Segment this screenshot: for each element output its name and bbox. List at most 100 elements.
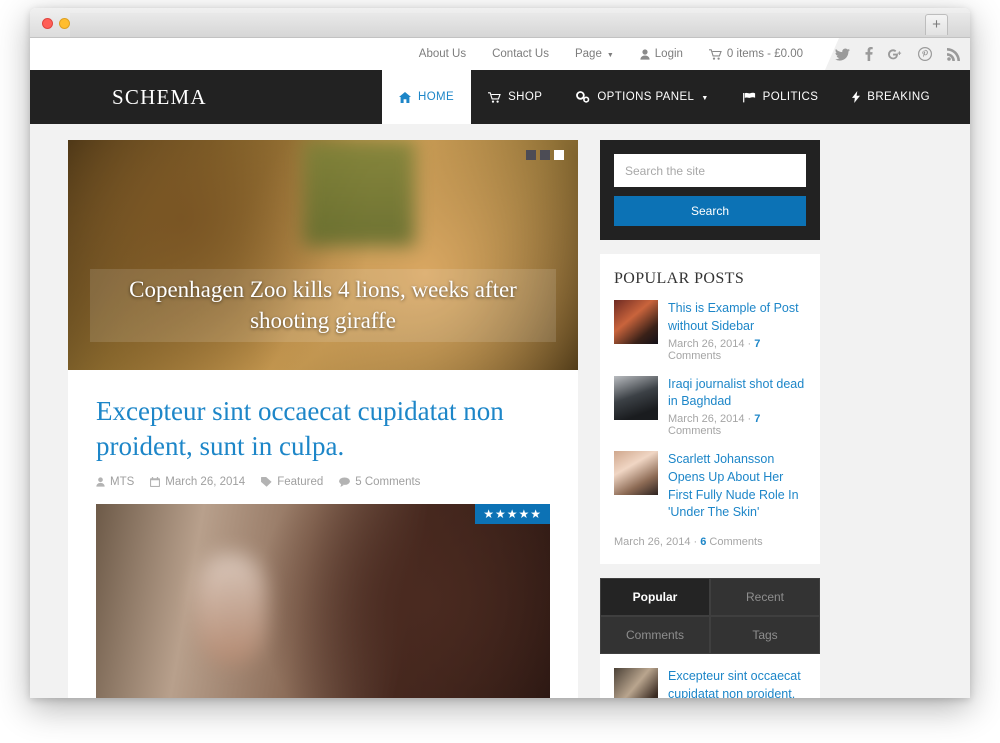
browser-window: + About Us Contact Us Page ▼ Login 0 ite… (30, 8, 970, 698)
popular-post-meta: March 26, 2014 · 7 Comments (668, 413, 806, 437)
nav-item-breaking[interactable]: BREAKING (835, 70, 947, 124)
rss-icon (947, 47, 960, 61)
search-button[interactable]: Search (614, 196, 806, 226)
popular-post-comment-label: Comments (709, 536, 763, 548)
nav-item-politics[interactable]: POLITICS (726, 70, 836, 124)
popular-post-item[interactable]: This is Example of Post without Sidebar … (614, 300, 806, 362)
cart-icon (708, 48, 722, 60)
nav-item-label: HOME (418, 91, 455, 103)
main-content: Copenhagen Zoo kills 4 lions, weeks afte… (68, 140, 578, 698)
tab-post-item[interactable]: Excepteur sint occaecat cupidatat non pr… (614, 668, 806, 698)
slider-pagination[interactable] (526, 150, 564, 160)
popular-post-title[interactable]: This is Example of Post without Sidebar (668, 300, 806, 336)
article-thumbnail[interactable]: ★★★★★ (96, 504, 550, 698)
meta-separator: · (747, 337, 752, 350)
slider-dot[interactable] (526, 150, 536, 160)
popular-post-thumbnail (614, 451, 658, 495)
user-icon (96, 477, 105, 487)
top-nav-cart[interactable]: 0 items - £0.00 (708, 48, 803, 60)
user-icon (640, 48, 650, 60)
top-nav-page[interactable]: Page ▼ (575, 48, 614, 60)
popular-post-item[interactable]: Iraqi journalist shot dead in Baghdad Ma… (614, 375, 806, 437)
tab-comments[interactable]: Comments (600, 616, 710, 654)
close-window-button[interactable] (42, 18, 53, 29)
cart-icon (488, 91, 501, 103)
slider-dot[interactable] (540, 150, 550, 160)
popular-post-meta: March 26, 2014 · 6 Comments (614, 536, 806, 548)
rss-icon-link[interactable] (947, 47, 960, 61)
top-utility-bar: About Us Contact Us Page ▼ Login 0 items… (30, 38, 970, 70)
nav-item-label: OPTIONS PANEL (597, 91, 695, 103)
popular-post-item[interactable]: Scarlett Johansson Opens Up About Her Fi… (614, 451, 806, 522)
nav-item-home[interactable]: HOME (382, 70, 472, 124)
top-nav-contact-us[interactable]: Contact Us (492, 48, 549, 60)
new-tab-button[interactable]: + (925, 14, 948, 35)
minimize-window-button[interactable] (59, 18, 70, 29)
tab-recent[interactable]: Recent (710, 578, 820, 616)
top-nav-label: Contact Us (492, 48, 549, 60)
featured-slider[interactable]: Copenhagen Zoo kills 4 lions, weeks afte… (68, 140, 578, 370)
home-icon (399, 91, 411, 103)
chevron-down-icon: ▼ (701, 94, 709, 102)
popular-post-title[interactable]: Iraqi journalist shot dead in Baghdad (668, 376, 806, 412)
bolt-icon (852, 91, 861, 103)
chevron-down-icon: ▼ (606, 51, 614, 59)
nav-item-shop[interactable]: SHOP (471, 70, 559, 124)
search-input[interactable] (614, 154, 806, 187)
popular-post-date: March 26, 2014 (614, 536, 691, 548)
site-logo[interactable]: SCHEMA (30, 70, 382, 124)
star-rating-badge: ★★★★★ (475, 504, 550, 525)
nav-item-options-panel[interactable]: OPTIONS PANEL ▼ (559, 70, 725, 124)
popular-post-comment-label: Comments (668, 425, 722, 437)
article-category[interactable]: Featured (261, 476, 323, 488)
google-plus-icon-link[interactable] (888, 48, 903, 61)
page-viewport: About Us Contact Us Page ▼ Login 0 items… (30, 38, 970, 698)
site-header: SCHEMA HOME SHOP OPTIONS PANEL ▼ POLITIC… (30, 70, 970, 124)
popular-post-title[interactable]: Scarlett Johansson Opens Up About Her Fi… (668, 451, 806, 522)
article-card: Excepteur sint occaecat cupidatat non pr… (68, 370, 578, 698)
tab-panel-popular: Excepteur sint occaecat cupidatat non pr… (600, 654, 820, 698)
meta-separator: · (747, 413, 752, 425)
tab-popular[interactable]: Popular (600, 578, 710, 616)
facebook-icon-link[interactable] (865, 47, 873, 61)
popular-post-body: Scarlett Johansson Opens Up About Her Fi… (668, 451, 806, 522)
popular-post-meta: March 26, 2014 · 7 Comments (668, 338, 806, 362)
popular-posts-title: POPULAR POSTS (614, 270, 745, 287)
popular-posts-widget: POPULAR POSTS This is Example of Post wi… (600, 254, 820, 564)
article-title[interactable]: Excepteur sint occaecat cupidatat non pr… (96, 394, 550, 463)
nav-item-label: BREAKING (867, 91, 930, 103)
browser-tab-strip[interactable]: + (70, 13, 970, 37)
comment-icon (339, 477, 351, 488)
top-nav-about-us[interactable]: About Us (419, 48, 466, 60)
top-nav-label: 0 items - £0.00 (726, 48, 803, 60)
popular-post-thumbnail (614, 375, 658, 420)
article-meta: MTS March 26, 2014 Featured 5 Comments (96, 476, 550, 488)
top-nav-label: Login (654, 48, 683, 60)
slider-dot-active[interactable] (554, 150, 564, 160)
tab-tags[interactable]: Tags (710, 616, 820, 654)
nav-item-label: POLITICS (762, 91, 819, 103)
main-nav: HOME SHOP OPTIONS PANEL ▼ POLITICS BREAK… (382, 70, 947, 124)
top-nav: About Us Contact Us Page ▼ Login 0 items… (419, 48, 825, 60)
tab-post-body: Excepteur sint occaecat cupidatat non pr… (668, 668, 806, 698)
tabbed-widget: Popular Recent Comments Tags Excepteur s… (600, 578, 820, 698)
google-plus-icon (888, 48, 902, 59)
search-widget: Search (600, 140, 820, 240)
meta-separator: · (693, 536, 698, 548)
popular-post-comment-count: 6 (700, 536, 707, 548)
article-comments[interactable]: 5 Comments (339, 476, 420, 488)
gears-icon (576, 91, 590, 103)
pinterest-icon-link[interactable] (918, 47, 932, 61)
article-comments-label: 5 Comments (355, 476, 421, 489)
calendar-icon (150, 477, 161, 488)
browser-chrome-bar: + (30, 8, 970, 38)
top-nav-label: About Us (418, 48, 467, 60)
tab-post-title[interactable]: Excepteur sint occaecat cupidatat non pr… (668, 668, 806, 698)
popular-post-date: March 26, 2014 (668, 413, 745, 425)
article-category-label: Featured (277, 476, 324, 489)
article-author: MTS (96, 476, 134, 488)
tab-post-thumbnail (614, 668, 658, 698)
top-nav-login[interactable]: Login (640, 48, 683, 60)
twitter-icon-link[interactable] (835, 48, 850, 61)
featured-slide-title[interactable]: Copenhagen Zoo kills 4 lions, weeks afte… (90, 269, 556, 342)
